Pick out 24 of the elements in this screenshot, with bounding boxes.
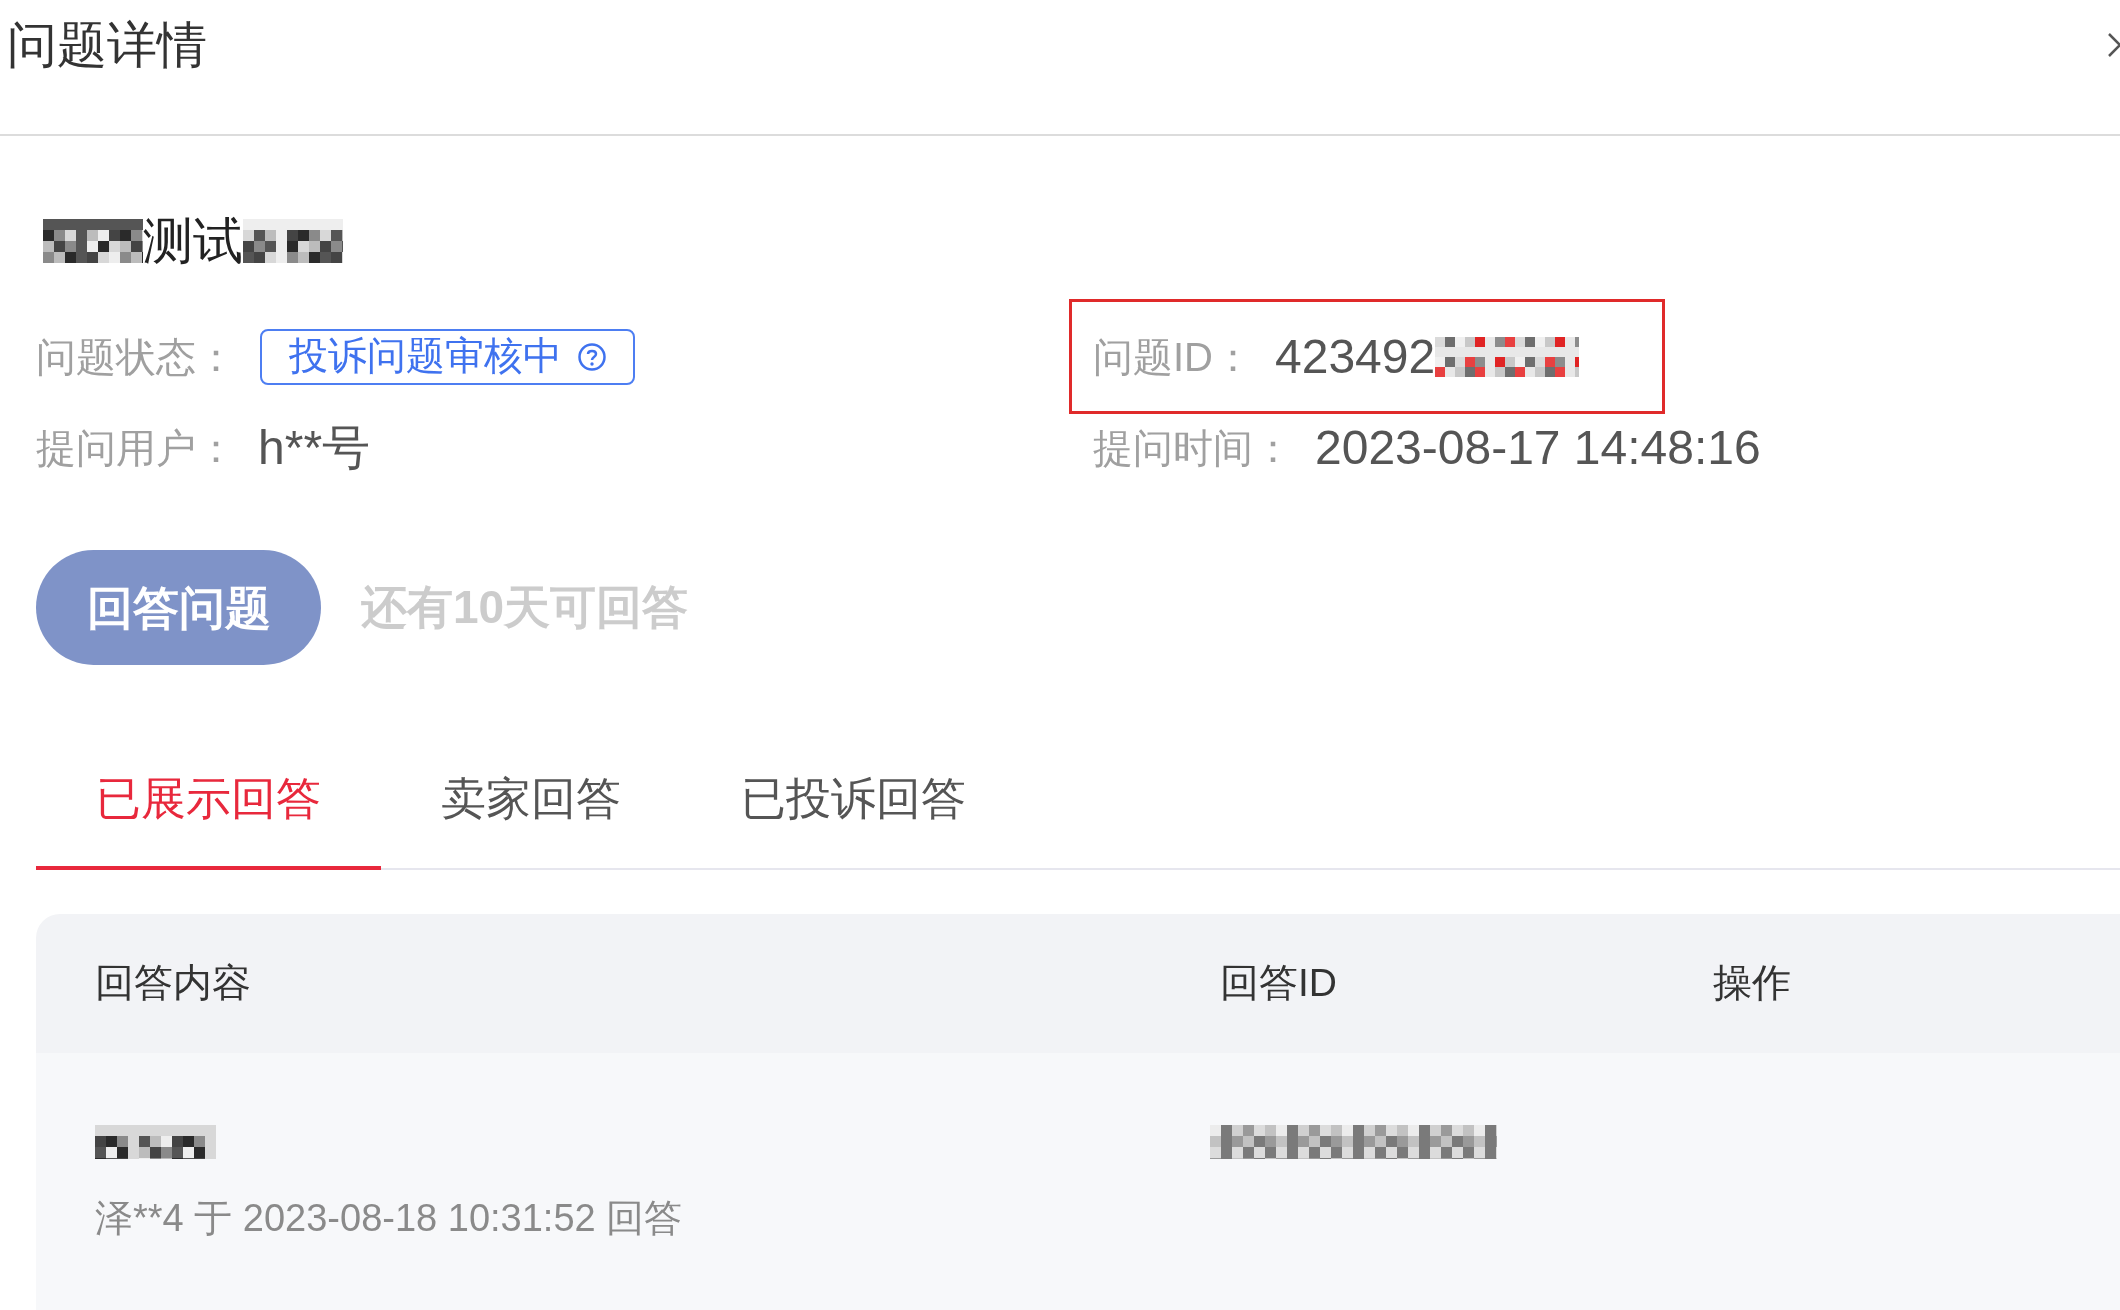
answer-meta: 泽**4 于 2023-08-18 10:31:52 回答 — [95, 1196, 683, 1241]
tab[interactable]: 已投诉回答 — [681, 760, 1026, 870]
status-text: 投诉问题审核中 — [289, 333, 562, 380]
tab[interactable]: 已展示回答 — [36, 760, 381, 870]
question-title: 测试 — [143, 212, 243, 271]
mosaic-icon — [95, 1125, 216, 1159]
mosaic-icon — [43, 219, 143, 263]
help-icon[interactable] — [578, 342, 606, 371]
column-header: 回答ID — [1220, 960, 1338, 1007]
dialog-title: 问题详情 — [7, 16, 207, 75]
field-value: 423492 — [1275, 328, 1436, 385]
mosaic-icon — [1435, 336, 1580, 377]
column-header: 回答内容 — [95, 960, 252, 1007]
mosaic-icon — [1210, 1125, 1497, 1159]
tab[interactable]: 卖家回答 — [381, 760, 681, 870]
field-value: h**号 — [258, 420, 371, 476]
close-icon[interactable] — [2108, 33, 2120, 57]
field-value: 2023-08-17 14:48:16 — [1315, 420, 1761, 476]
field-label: 问题ID： — [1093, 333, 1253, 381]
mosaic-icon — [243, 219, 343, 263]
field-label: 提问时间： — [1093, 425, 1293, 472]
field-label: 问题状态： — [36, 333, 236, 381]
column-header: 操作 — [1713, 960, 1792, 1007]
field-label: 提问用户： — [36, 425, 236, 472]
